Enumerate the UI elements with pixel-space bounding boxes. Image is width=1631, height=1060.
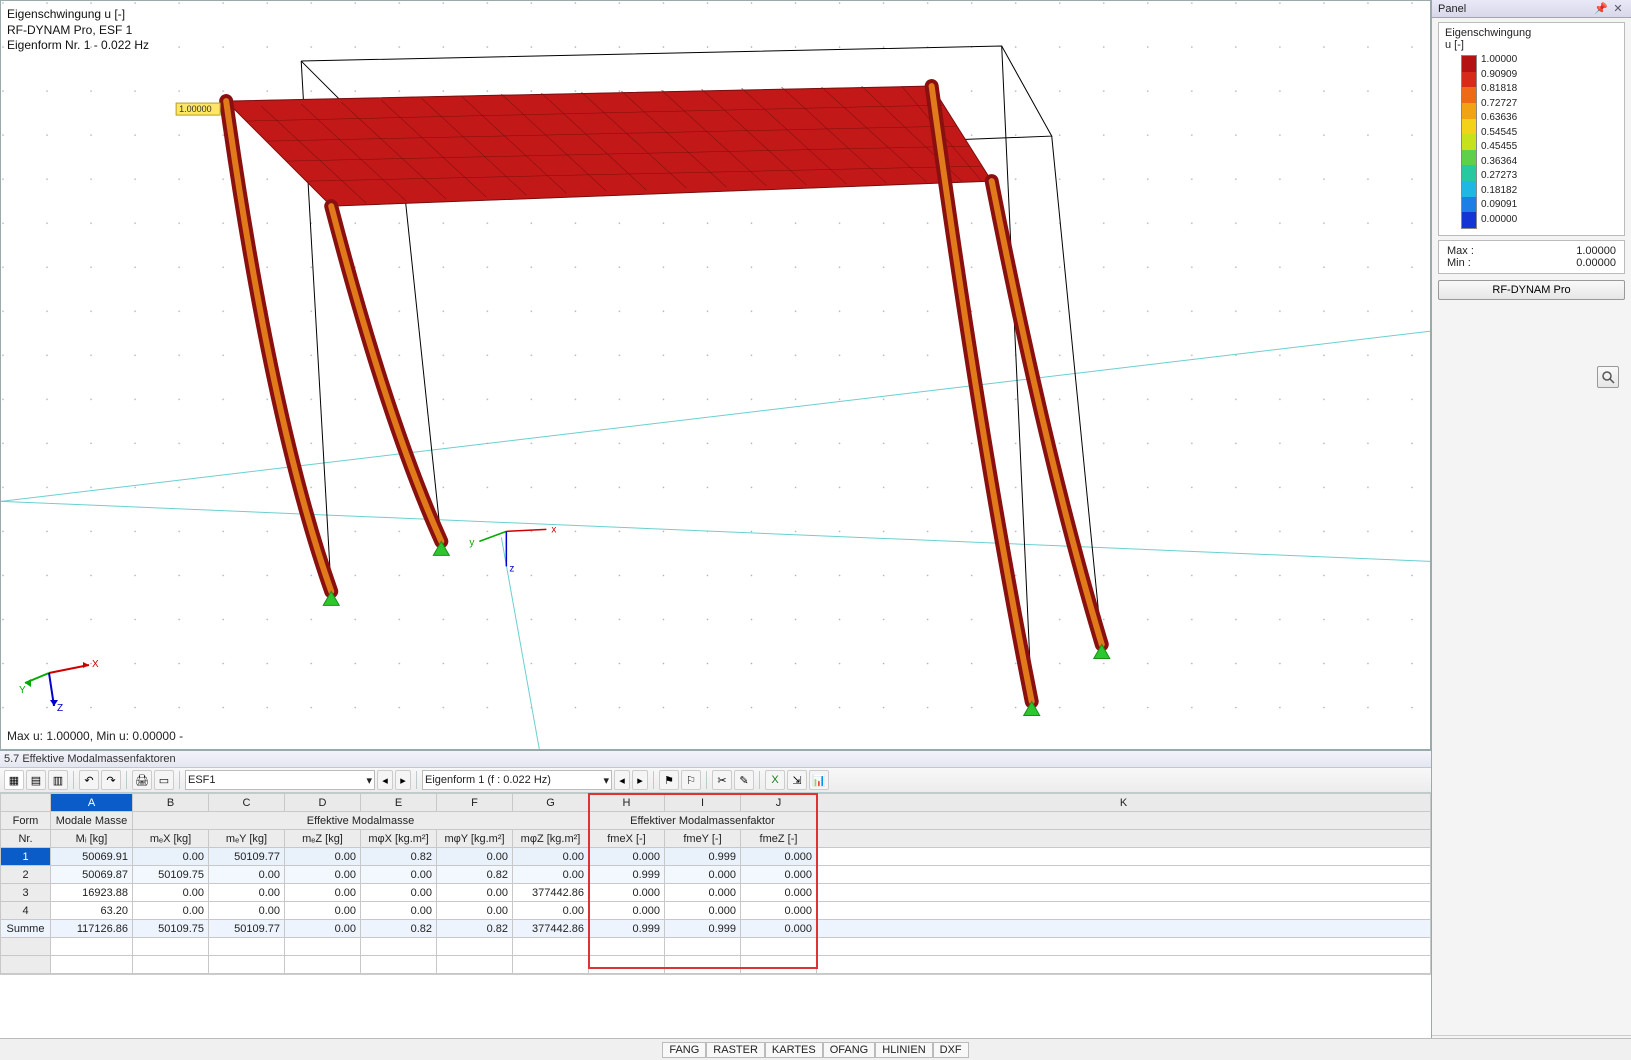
svg-text:z: z bbox=[509, 563, 514, 574]
tb-btn-redo[interactable]: ↷ bbox=[101, 770, 121, 790]
viewport-3d[interactable]: x y z 1.00000 Eigenschwingung u [-] RF-D… bbox=[0, 0, 1431, 750]
col-letter-h[interactable]: H bbox=[589, 794, 665, 812]
results-table[interactable]: A B C D E F G H I J K Form Modale bbox=[0, 793, 1431, 974]
pin-icon[interactable]: 📌 bbox=[1594, 2, 1608, 15]
col-letter-c[interactable]: C bbox=[209, 794, 285, 812]
viewport-minmax: Max u: 1.00000, Min u: 0.00000 - bbox=[7, 729, 183, 743]
tb-btn-print[interactable]: 🖨 bbox=[132, 770, 152, 790]
tb-btn-1[interactable]: ▦ bbox=[4, 770, 24, 790]
mode-combo[interactable]: Eigenform 1 (f : 0.022 Hz)▾ bbox=[422, 770, 612, 790]
rf-dynam-pro-button[interactable]: RF-DYNAM Pro bbox=[1438, 280, 1625, 300]
global-axis-triad: X Y Z bbox=[19, 643, 109, 713]
status-dxf[interactable]: DXF bbox=[933, 1042, 969, 1058]
table-row[interactable]: 2 50069.8750109.750.00 0.000.000.82 0.00… bbox=[1, 866, 1431, 884]
svg-text:X: X bbox=[92, 659, 99, 670]
status-fang[interactable]: FANG bbox=[662, 1042, 706, 1058]
table-toolbar: ▦ ▤ ▥ ↶ ↷ 🖨 ▭ ESF1▾ ◂ ▸ Eigenform 1 (f :… bbox=[0, 768, 1431, 793]
svg-text:Z: Z bbox=[57, 703, 63, 713]
zoom-extents-button[interactable] bbox=[1597, 366, 1619, 388]
tb-btn-2[interactable]: ▤ bbox=[26, 770, 46, 790]
svg-text:y: y bbox=[469, 537, 474, 548]
svg-text:x: x bbox=[551, 524, 556, 535]
status-kartes[interactable]: KARTES bbox=[765, 1042, 823, 1058]
side-panel: Panel 📌 ✕ Eigenschwingung u [-] 1.000000… bbox=[1431, 0, 1631, 1060]
next-mode-button[interactable]: ▸ bbox=[632, 770, 648, 790]
tb-btn-f2[interactable]: ⚐ bbox=[681, 770, 701, 790]
col-letter-a[interactable]: A bbox=[51, 794, 133, 812]
annotation-value: 1.00000 bbox=[179, 104, 212, 114]
tb-btn-f1[interactable]: ⚑ bbox=[659, 770, 679, 790]
tb-btn-excel[interactable]: X bbox=[765, 770, 785, 790]
table-row[interactable]: 3 16923.880.000.00 0.000.000.00 377442.8… bbox=[1, 884, 1431, 902]
status-hlinien[interactable]: HLINIEN bbox=[875, 1042, 932, 1058]
next-case-button[interactable]: ▸ bbox=[395, 770, 411, 790]
table-row[interactable]: 4 63.200.000.00 0.000.000.00 0.000.0000.… bbox=[1, 902, 1431, 920]
panel-minmax: Max :1.00000 Min :0.00000 bbox=[1438, 240, 1625, 274]
panel-titlebar[interactable]: Panel 📌 ✕ bbox=[1432, 0, 1631, 18]
col-letter-f[interactable]: F bbox=[437, 794, 513, 812]
col-letter-k[interactable]: K bbox=[817, 794, 1431, 812]
status-raster[interactable]: RASTER bbox=[706, 1042, 765, 1058]
table-sum-row: Summe 117126.8650109.7550109.770.000.82 … bbox=[1, 920, 1431, 938]
col-letter-i[interactable]: I bbox=[665, 794, 741, 812]
tb-btn-export[interactable]: ⇲ bbox=[787, 770, 807, 790]
col-letter-j[interactable]: J bbox=[741, 794, 817, 812]
tb-btn-f3[interactable]: ✂ bbox=[712, 770, 732, 790]
tb-btn-f4[interactable]: ✎ bbox=[734, 770, 754, 790]
loadcase-combo[interactable]: ESF1▾ bbox=[185, 770, 375, 790]
prev-mode-button[interactable]: ◂ bbox=[614, 770, 630, 790]
tb-btn-display[interactable]: ▭ bbox=[154, 770, 174, 790]
viewport-title: Eigenschwingung u [-] RF-DYNAM Pro, ESF … bbox=[7, 7, 149, 54]
tb-btn-undo[interactable]: ↶ bbox=[79, 770, 99, 790]
prev-case-button[interactable]: ◂ bbox=[377, 770, 393, 790]
col-letter-b[interactable]: B bbox=[133, 794, 209, 812]
close-icon[interactable]: ✕ bbox=[1611, 2, 1625, 15]
table-title: 5.7 Effektive Modalmassenfaktoren bbox=[0, 751, 1431, 768]
svg-text:Y: Y bbox=[19, 685, 26, 696]
tb-btn-chart[interactable]: 📊 bbox=[809, 770, 829, 790]
status-bar: FANGRASTERKARTESOFANGHLINIENDXF bbox=[0, 1038, 1631, 1060]
col-letter-g[interactable]: G bbox=[513, 794, 589, 812]
col-letter-d[interactable]: D bbox=[285, 794, 361, 812]
status-ofang[interactable]: OFANG bbox=[823, 1042, 876, 1058]
color-legend: Eigenschwingung u [-] 1.000000.909090.81… bbox=[1438, 22, 1625, 236]
table-row[interactable]: 1 50069.910.0050109.77 0.000.820.00 0.00… bbox=[1, 848, 1431, 866]
col-letter-e[interactable]: E bbox=[361, 794, 437, 812]
results-table-area: 5.7 Effektive Modalmassenfaktoren ▦ ▤ ▥ … bbox=[0, 750, 1431, 1060]
scene-svg: x y z 1.00000 bbox=[1, 1, 1430, 750]
tb-btn-3[interactable]: ▥ bbox=[48, 770, 68, 790]
magnifier-icon bbox=[1601, 370, 1615, 384]
